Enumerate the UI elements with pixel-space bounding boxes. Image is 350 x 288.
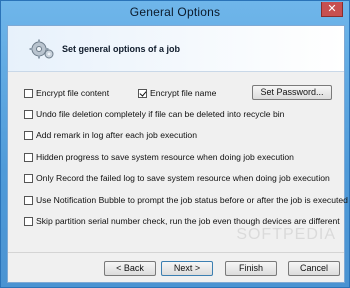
gears-icon (29, 39, 54, 59)
option-encrypt-content[interactable]: Encrypt file content (24, 87, 109, 99)
option-label: Undo file deletion completely if file ca… (36, 109, 285, 119)
next-button[interactable]: Next > (161, 261, 213, 276)
option-notification-bubble[interactable]: Use Notification Bubble to prompt the jo… (24, 194, 348, 206)
option-label: Encrypt file name (150, 88, 217, 98)
options-dialog: General Options ✕ Set general options of… (0, 0, 350, 288)
checkbox-checked[interactable] (138, 88, 147, 98)
option-label: Hidden progress to save system resource … (36, 152, 294, 162)
option-label: Add remark in log after each job executi… (36, 130, 197, 140)
title-bar[interactable]: General Options ✕ (1, 1, 349, 23)
option-label: Only Record the failed log to save syste… (36, 173, 330, 183)
banner-heading: Set general options of a job (62, 44, 181, 54)
dialog-body: Set general options of a job Encrypt fil… (7, 25, 348, 283)
option-undo-deletion[interactable]: Undo file deletion completely if file ca… (24, 108, 284, 120)
checkbox[interactable] (24, 216, 33, 226)
option-label: Use Notification Bubble to prompt the jo… (36, 195, 348, 205)
close-icon[interactable]: ✕ (321, 2, 343, 17)
set-password-button[interactable]: Set Password... (252, 85, 332, 100)
checkbox[interactable] (24, 152, 33, 162)
back-button[interactable]: < Back (104, 261, 156, 276)
option-label: Encrypt file content (36, 88, 110, 98)
header-banner: Set general options of a job (8, 26, 344, 72)
cancel-button[interactable]: Cancel (288, 261, 340, 276)
checkbox[interactable] (24, 195, 33, 205)
checkbox[interactable] (24, 88, 33, 98)
option-record-failed-log[interactable]: Only Record the failed log to save syste… (24, 172, 330, 184)
option-hidden-progress[interactable]: Hidden progress to save system resource … (24, 151, 294, 163)
option-encrypt-name[interactable]: Encrypt file name (138, 87, 216, 99)
option-add-remark[interactable]: Add remark in log after each job executi… (24, 129, 197, 141)
checkbox[interactable] (24, 130, 33, 140)
watermark: SOFTPEDIA (236, 226, 336, 243)
window-title: General Options (129, 5, 221, 19)
checkbox[interactable] (24, 109, 33, 119)
option-label: Skip partition serial number check, run … (36, 216, 340, 226)
finish-button[interactable]: Finish (225, 261, 277, 276)
footer-divider (8, 252, 344, 253)
checkbox[interactable] (24, 173, 33, 183)
